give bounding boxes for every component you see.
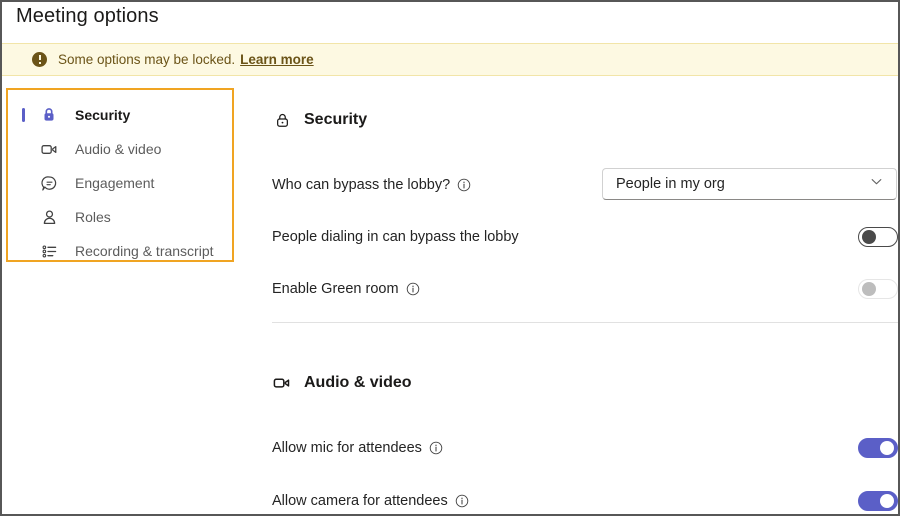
lobby-bypass-dropdown[interactable]: People in my org	[602, 168, 897, 200]
settings-sidebar: Security Audio & video Engagement Roles …	[6, 88, 234, 262]
setting-label: Allow camera for attendees	[272, 493, 448, 509]
allow-mic-toggle[interactable]	[858, 438, 898, 458]
setting-control	[858, 227, 898, 247]
list-icon	[38, 240, 60, 262]
error-circle-icon	[32, 52, 47, 67]
active-indicator	[22, 108, 25, 122]
setting-label: Enable Green room	[272, 281, 399, 297]
setting-control	[858, 491, 898, 511]
setting-row-allow-camera: Allow camera for attendees	[272, 488, 898, 514]
setting-row-green-room: Enable Green room	[272, 276, 898, 302]
sidebar-item-roles[interactable]: Roles	[8, 200, 232, 234]
lock-icon	[272, 110, 292, 130]
section-title: Audio & video	[304, 374, 412, 391]
chat-bubble-icon	[38, 172, 60, 194]
video-camera-icon	[38, 138, 60, 160]
toggle-knob	[880, 441, 894, 455]
info-icon[interactable]	[457, 178, 471, 192]
banner-message: Some options may be locked.	[58, 52, 236, 67]
dropdown-selected-value: People in my org	[616, 176, 725, 192]
section-divider	[272, 322, 898, 323]
chevron-down-icon	[869, 174, 884, 194]
setting-row-allow-mic: Allow mic for attendees	[272, 435, 898, 461]
allow-camera-toggle[interactable]	[858, 491, 898, 511]
setting-row-dialin-bypass: People dialing in can bypass the lobby	[272, 224, 898, 250]
section-header-security: Security	[272, 110, 367, 130]
meeting-options-window: Meeting options Some options may be lock…	[0, 0, 900, 516]
setting-label: Allow mic for attendees	[272, 440, 422, 456]
green-room-toggle[interactable]	[858, 279, 898, 299]
section-header-audio-video: Audio & video	[272, 373, 412, 393]
dialin-bypass-toggle[interactable]	[858, 227, 898, 247]
toggle-knob	[880, 494, 894, 508]
sidebar-item-recording-transcript[interactable]: Recording & transcript	[8, 234, 232, 268]
sidebar-item-label: Engagement	[75, 175, 155, 191]
lock-icon	[38, 104, 60, 126]
info-icon[interactable]	[429, 441, 443, 455]
toggle-knob	[862, 230, 876, 244]
setting-label: Who can bypass the lobby?	[272, 177, 451, 193]
setting-label: People dialing in can bypass the lobby	[272, 229, 519, 245]
setting-control	[858, 279, 898, 299]
sidebar-item-label: Security	[75, 107, 131, 123]
learn-more-link[interactable]: Learn more	[240, 52, 314, 67]
info-icon[interactable]	[455, 494, 469, 508]
person-icon	[38, 206, 60, 228]
sidebar-item-label: Audio & video	[75, 141, 162, 157]
video-camera-icon	[272, 373, 292, 393]
sidebar-item-engagement[interactable]: Engagement	[8, 166, 232, 200]
info-icon[interactable]	[406, 282, 420, 296]
setting-control	[858, 438, 898, 458]
sidebar-item-label: Roles	[75, 209, 111, 225]
sidebar-item-label: Recording & transcript	[75, 243, 214, 259]
page-title: Meeting options	[16, 5, 159, 27]
sidebar-item-security[interactable]: Security	[8, 98, 232, 132]
sidebar-item-audio-video[interactable]: Audio & video	[8, 132, 232, 166]
section-title: Security	[304, 111, 368, 128]
settings-panel: Security Who can bypass the lobby? Peopl…	[270, 88, 898, 514]
locked-options-banner: Some options may be locked. Learn more	[2, 43, 898, 76]
toggle-knob	[862, 282, 876, 296]
